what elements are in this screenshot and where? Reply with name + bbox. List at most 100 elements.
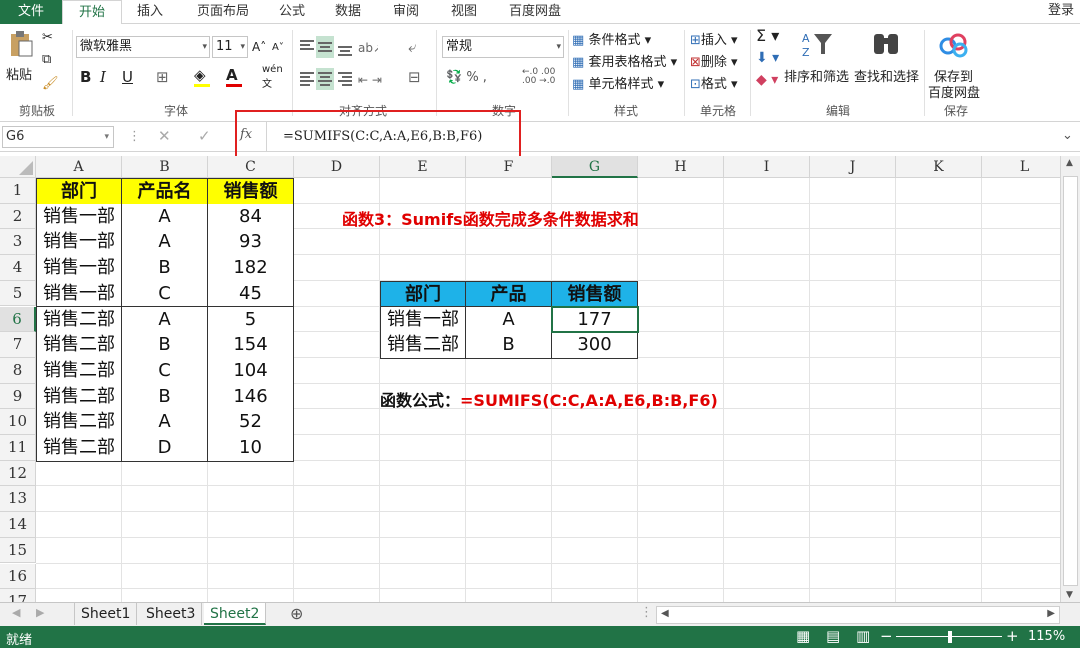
column-header-i[interactable]: I [724,156,810,178]
table1-cell[interactable]: B [122,332,208,359]
sheet-tab-sheet1[interactable]: Sheet1 [74,603,138,625]
border-icon[interactable]: ⊞ [156,68,169,86]
table1-cell[interactable]: 销售一部 [36,280,122,308]
table1-cell[interactable]: C [122,357,208,385]
column-header-b[interactable]: B [122,156,208,178]
row-header-16[interactable]: 16 [0,563,36,590]
row-header-5[interactable]: 5 [0,280,36,307]
table1-cell[interactable]: 52 [208,409,294,436]
table1-cell[interactable]: 销售一部 [36,203,122,231]
selected-cell-g6[interactable] [551,305,639,334]
column-header-g[interactable]: G [552,156,638,178]
table1-cell[interactable]: B [122,383,208,411]
table-format-button[interactable]: ▦ 套用表格格式 ▾ [572,51,677,70]
row-header-4[interactable]: 4 [0,255,36,281]
table1-cell[interactable]: 10 [208,435,294,462]
table1-cell[interactable]: C [122,280,208,308]
wrap-text-icon[interactable]: ⤶ [408,38,416,56]
column-header-d[interactable]: D [294,156,380,178]
tab-data[interactable]: 数据 [326,0,370,24]
row-header-11[interactable]: 11 [0,435,36,461]
row-header-8[interactable]: 8 [0,357,36,384]
row-header-1[interactable]: 1 [0,178,36,204]
table1-header-cell[interactable]: 销售额 [208,178,294,205]
find-select-icon[interactable] [870,30,902,60]
cell-style-button[interactable]: ▦ 单元格样式 ▾ [572,73,664,92]
table1-cell[interactable]: A [122,306,208,334]
conditional-format-button[interactable]: ▦ 条件格式 ▾ [572,29,651,48]
font-size-select[interactable]: 11 ▾ [212,36,248,58]
row-header-17[interactable]: 17 [0,589,36,602]
sheet-tab-sheet2[interactable]: Sheet2 [204,603,267,625]
tab-file[interactable]: 文件 [0,0,62,24]
scroll-up-icon[interactable]: ▲ [1066,158,1073,168]
row-header-6[interactable]: 6 [0,306,36,333]
row-header-10[interactable]: 10 [0,409,36,435]
vertical-align-icons[interactable]: ab↗ [298,36,383,58]
table1-cell[interactable]: 154 [208,332,294,359]
table1-header-cell[interactable]: 产品名 [122,178,208,205]
tab-formulas[interactable]: 公式 [270,0,314,24]
number-format-select[interactable]: 常规 ▾ [442,36,564,58]
column-header-f[interactable]: F [466,156,552,178]
table1-cell[interactable]: A [122,409,208,436]
zoom-slider-thumb[interactable] [948,631,952,643]
table1-cell[interactable]: 182 [208,255,294,282]
row-header-14[interactable]: 14 [0,512,36,538]
column-header-c[interactable]: C [208,156,294,178]
sheet-next-icon[interactable]: ▶ [36,606,44,619]
insert-cells-button[interactable]: ⊞插入 ▾ [690,29,738,48]
table1-cell[interactable]: 销售二部 [36,435,122,462]
page-break-view-icon[interactable]: ▥ [856,627,870,645]
table1-cell[interactable]: 销售二部 [36,306,122,334]
name-box[interactable]: G6 ▾ [2,126,114,148]
bold-icon[interactable]: B [80,68,91,86]
table2-cell[interactable]: B [466,332,552,359]
tab-view[interactable]: 视图 [442,0,486,24]
font-name-select[interactable]: 微软雅黑 ▾ [76,36,210,58]
table1-cell[interactable]: B [122,255,208,282]
column-header-e[interactable]: E [380,156,466,178]
table1-cell[interactable]: 104 [208,357,294,385]
underline-icon[interactable]: U [122,68,133,86]
zoom-out-icon[interactable]: − [880,627,893,645]
table1-cell[interactable]: A [122,203,208,231]
sort-filter-icon[interactable]: AZ [800,30,836,60]
cut-icon[interactable]: ✂ [42,30,53,45]
column-header-l[interactable]: L [982,156,1060,178]
tab-home[interactable]: 开始 [62,0,122,25]
table1-cell[interactable]: 5 [208,306,294,334]
normal-view-icon[interactable]: ▦ [796,627,810,645]
paste-button[interactable]: 粘贴 [6,64,32,83]
table1-cell[interactable]: 销售一部 [36,229,122,257]
table1-cell[interactable]: A [122,229,208,257]
zoom-level[interactable]: 115% [1028,629,1065,644]
table2-cell[interactable]: 300 [552,332,638,359]
table2-cell[interactable]: A [466,306,552,334]
zoom-in-icon[interactable]: + [1006,627,1019,645]
fill-icon[interactable]: ⬇ ▾ [756,50,779,66]
tab-insert[interactable]: 插入 [124,0,176,24]
sheet-tab-sheet3[interactable]: Sheet3 [140,603,203,625]
merge-center-icon[interactable]: ⊟ [408,68,421,86]
table1-cell[interactable]: 146 [208,383,294,411]
italic-icon[interactable]: I [100,68,106,86]
baidu-disk-icon[interactable] [938,32,970,58]
accounting-icon[interactable]: 💱 % , [446,70,487,85]
baidu-disk-label[interactable]: 百度网盘 [928,82,980,101]
delete-cells-button[interactable]: ⊠删除 ▾ [690,51,738,70]
tab-review[interactable]: 审阅 [384,0,428,24]
horizontal-scrollbar[interactable]: ◀ ▶ [656,606,1060,624]
sort-filter-button[interactable]: 排序和筛选 [784,66,849,85]
vertical-scrollbar[interactable]: ▲ ▼ [1060,156,1080,602]
row-header-13[interactable]: 13 [0,486,36,513]
table1-cell[interactable]: 93 [208,229,294,257]
find-select-button[interactable]: 查找和选择 [854,66,919,85]
select-all-corner[interactable] [0,156,36,178]
table2-header-cell[interactable]: 产品 [466,280,552,308]
decimal-icons[interactable]: ←.0 .00.00 →.0 [522,68,555,86]
page-layout-view-icon[interactable]: ▤ [826,627,840,645]
row-header-3[interactable]: 3 [0,229,36,256]
add-sheet-icon[interactable]: ⊕ [290,604,303,623]
scroll-right-icon[interactable]: ▶ [1047,608,1055,619]
